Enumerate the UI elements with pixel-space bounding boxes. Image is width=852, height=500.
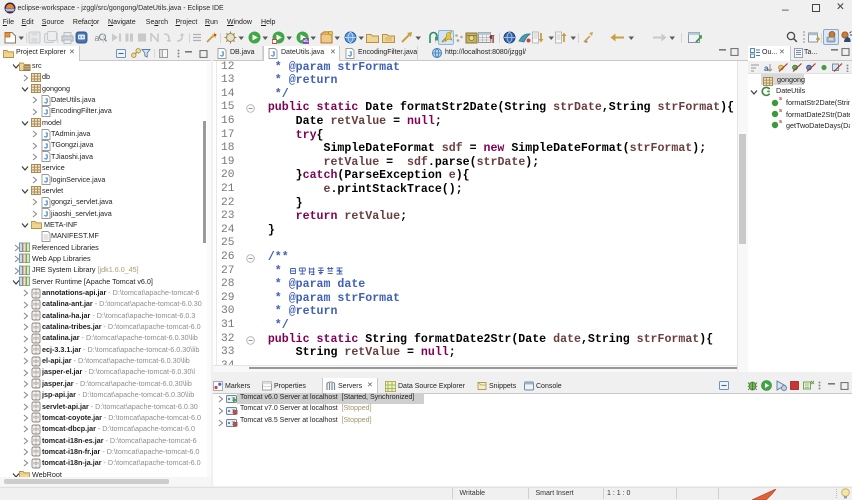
svg-text:J: J [44,153,48,162]
svg-text:a: a [764,64,769,72]
svg-text:J: J [44,198,48,207]
svg-text:J: J [44,130,48,139]
svg-text:J: J [271,50,275,59]
svg-text:J: J [44,142,48,151]
svg-text:J: J [44,176,48,185]
svg-text:¶: ¶ [489,33,495,43]
svg-text:J: J [44,96,48,105]
svg-text:a: a [95,33,100,43]
svg-text:J: J [44,210,48,219]
svg-text:J: J [220,50,224,59]
svg-text:J: J [348,50,352,59]
svg-text:J: J [44,107,48,116]
